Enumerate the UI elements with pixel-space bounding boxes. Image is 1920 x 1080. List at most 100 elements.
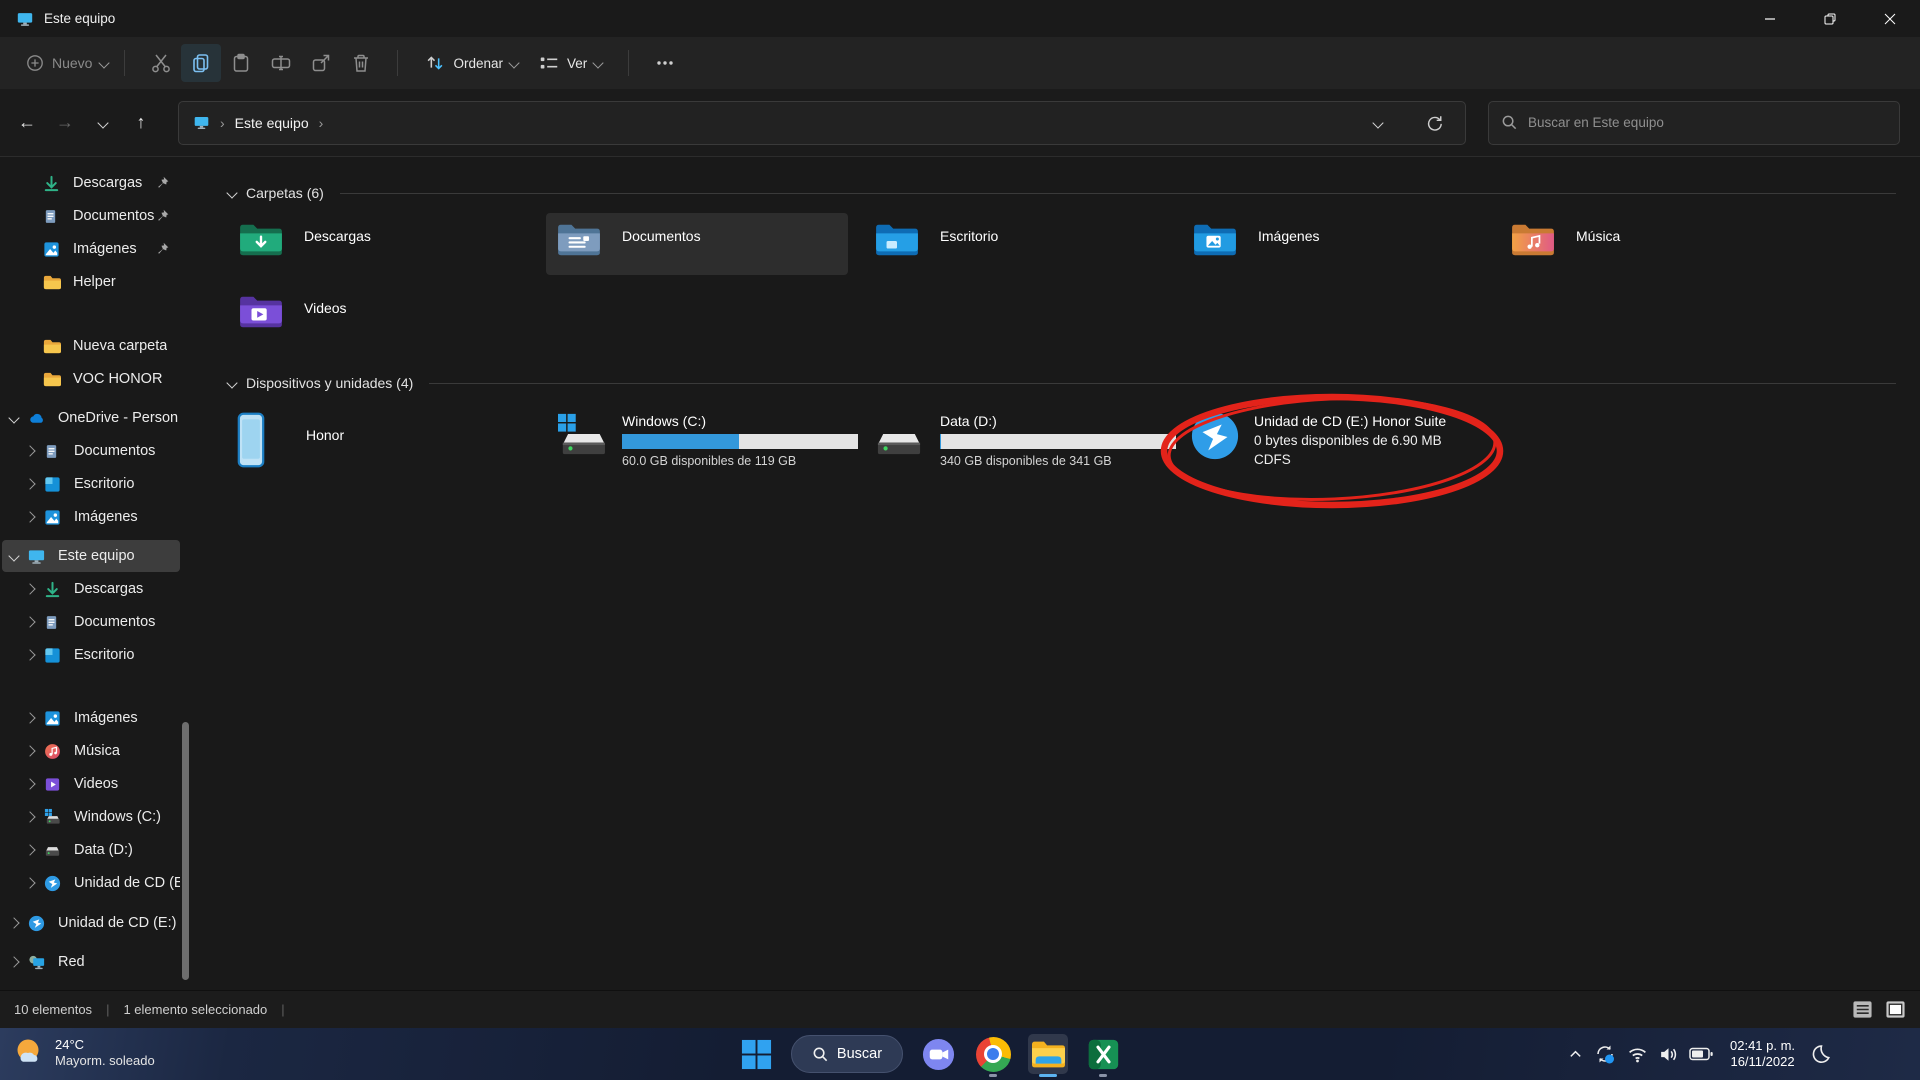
chat-app-icon[interactable]: [918, 1034, 958, 1074]
rename-button[interactable]: [261, 44, 301, 82]
sidebar-item-musica[interactable]: Música: [2, 735, 180, 767]
back-button[interactable]: ←: [10, 106, 44, 140]
sidebar-item-windows-c[interactable]: Windows (C:): [2, 801, 180, 833]
device-tile-data-d[interactable]: Data (D:)340 GB disponibles de 341 GB: [864, 405, 1166, 489]
collapse-chevron-icon[interactable]: [226, 377, 237, 388]
sidebar-item-onedrive-person[interactable]: OneDrive - Person: [2, 402, 180, 434]
new-button[interactable]: Nuevo: [26, 54, 108, 72]
folder-desktop-icon: [874, 221, 920, 267]
device-label: Honor: [306, 427, 344, 483]
minimize-button[interactable]: [1740, 0, 1800, 37]
chevron-right-icon[interactable]: [24, 811, 35, 822]
drivewin-icon: [554, 411, 608, 483]
refresh-button[interactable]: [1417, 106, 1451, 140]
sidebar-item-documentos[interactable]: Documentos: [2, 435, 180, 467]
chevron-right-icon[interactable]: [24, 745, 35, 756]
chevron-right-icon[interactable]: [24, 877, 35, 888]
sidebar-item-nueva-carpeta[interactable]: Nueva carpeta: [2, 330, 180, 362]
wifi-icon[interactable]: [1627, 1044, 1648, 1065]
chevron-right-icon[interactable]: [8, 956, 19, 967]
sidebar-item-videos[interactable]: Videos: [2, 768, 180, 800]
folder-tile-descargas[interactable]: Descargas: [228, 213, 530, 275]
chevron-right-icon[interactable]: [24, 478, 35, 489]
excel-app-icon[interactable]: [1083, 1034, 1123, 1074]
maximize-button[interactable]: [1800, 0, 1860, 37]
chevron-right-icon[interactable]: [24, 616, 35, 627]
volume-icon[interactable]: [1658, 1044, 1679, 1065]
sidebar-item-helper[interactable]: Helper: [2, 266, 180, 298]
paste-button[interactable]: [221, 44, 261, 82]
folder-tile-musica[interactable]: Música: [1500, 213, 1802, 275]
sidebar-item-unidad-de-cd-e[interactable]: Unidad de CD (E: [2, 867, 180, 899]
folder-tile-documentos[interactable]: Documentos: [546, 213, 848, 275]
sync-icon[interactable]: [1593, 1042, 1617, 1066]
share-button[interactable]: [301, 44, 341, 82]
divider: [124, 50, 125, 76]
clock-time: 02:41 p. m.: [1730, 1038, 1795, 1054]
chevron-right-icon[interactable]: [24, 778, 35, 789]
recent-locations-button[interactable]: [86, 106, 120, 140]
sidebar-item-imagenes[interactable]: Imágenes: [2, 501, 180, 533]
weather-widget[interactable]: 24°C Mayorm. soleado: [12, 1035, 155, 1069]
cut-button[interactable]: [141, 44, 181, 82]
sidebar-item-descargas[interactable]: Descargas: [2, 573, 180, 605]
devices-section-header[interactable]: Dispositivos y unidades (4): [228, 373, 1920, 393]
view-list-icon: [538, 52, 560, 74]
sidebar-item-este-equipo[interactable]: Este equipo: [2, 540, 180, 572]
chevron-down-icon[interactable]: [8, 550, 19, 561]
forward-button[interactable]: →: [48, 106, 82, 140]
sidebar-scrollbar[interactable]: [182, 722, 189, 980]
sidebar-item-red[interactable]: Red: [2, 946, 180, 978]
chevron-right-icon[interactable]: [24, 844, 35, 855]
battery-icon[interactable]: [1689, 1044, 1714, 1064]
main-area: DescargasDocumentosImágenesHelperNueva c…: [0, 157, 1920, 990]
search-box[interactable]: [1488, 101, 1900, 145]
search-input[interactable]: [1528, 115, 1887, 130]
address-bar[interactable]: › Este equipo ›: [178, 101, 1466, 145]
chevron-right-icon[interactable]: [24, 649, 35, 660]
hdd-icon: [43, 841, 63, 860]
chevron-right-icon[interactable]: [24, 712, 35, 723]
sidebar-item-data-d[interactable]: Data (D:): [2, 834, 180, 866]
folder-tile-videos[interactable]: Videos: [228, 285, 530, 347]
view-button[interactable]: Ver: [528, 44, 612, 82]
sidebar-item-escritorio[interactable]: Escritorio: [2, 639, 180, 671]
sidebar-item-escritorio[interactable]: Escritorio: [2, 468, 180, 500]
more-options-button[interactable]: [645, 44, 685, 82]
device-tile-honor[interactable]: Honor: [228, 405, 530, 489]
delete-button[interactable]: [341, 44, 381, 82]
device-tile-unidad-de-cd-e-honor-suite[interactable]: Unidad de CD (E:) Honor Suite0 bytes dis…: [1182, 405, 1484, 489]
folder-tile-imagenes[interactable]: Imágenes: [1182, 213, 1484, 275]
sidebar-item-imagenes[interactable]: Imágenes: [2, 233, 180, 265]
copy-button[interactable]: [181, 44, 221, 82]
sidebar-item-descargas[interactable]: Descargas: [2, 167, 180, 199]
sidebar-item-voc-honor[interactable]: VOC HONOR: [2, 363, 180, 395]
device-tile-windows-c[interactable]: Windows (C:)60.0 GB disponibles de 119 G…: [546, 405, 848, 489]
chevron-down-icon[interactable]: [8, 412, 19, 423]
sidebar-item-documentos[interactable]: Documentos: [2, 606, 180, 638]
sidebar-item-documentos[interactable]: Documentos: [2, 200, 180, 232]
moon-icon[interactable]: [1809, 1043, 1832, 1066]
sidebar-item-unidad-de-cd-e[interactable]: Unidad de CD (E:): [2, 907, 180, 939]
chrome-app-icon[interactable]: [973, 1034, 1013, 1074]
close-button[interactable]: [1860, 0, 1920, 37]
details-view-button[interactable]: [1852, 999, 1873, 1020]
sidebar-item-imagenes[interactable]: Imágenes: [2, 702, 180, 734]
chevron-right-icon[interactable]: [24, 583, 35, 594]
collapse-chevron-icon[interactable]: [226, 187, 237, 198]
folders-section-header[interactable]: Carpetas (6): [228, 183, 1920, 203]
chevron-right-icon[interactable]: [8, 917, 19, 928]
chevron-right-icon[interactable]: [24, 445, 35, 456]
address-dropdown-button[interactable]: [1361, 106, 1395, 140]
start-button[interactable]: [736, 1034, 776, 1074]
taskbar-search[interactable]: Buscar: [791, 1035, 903, 1073]
folder-tile-escritorio[interactable]: Escritorio: [864, 213, 1166, 275]
chevron-right-icon[interactable]: [24, 511, 35, 522]
large-icons-view-button[interactable]: [1885, 999, 1906, 1020]
tray-chevron-up-icon[interactable]: [1568, 1047, 1583, 1062]
breadcrumb-item[interactable]: Este equipo: [235, 115, 309, 131]
sort-button[interactable]: Ordenar: [414, 44, 528, 82]
explorer-app-icon[interactable]: [1028, 1034, 1068, 1074]
up-button[interactable]: ↑: [124, 106, 158, 140]
clock[interactable]: 02:41 p. m. 16/11/2022: [1730, 1038, 1795, 1070]
